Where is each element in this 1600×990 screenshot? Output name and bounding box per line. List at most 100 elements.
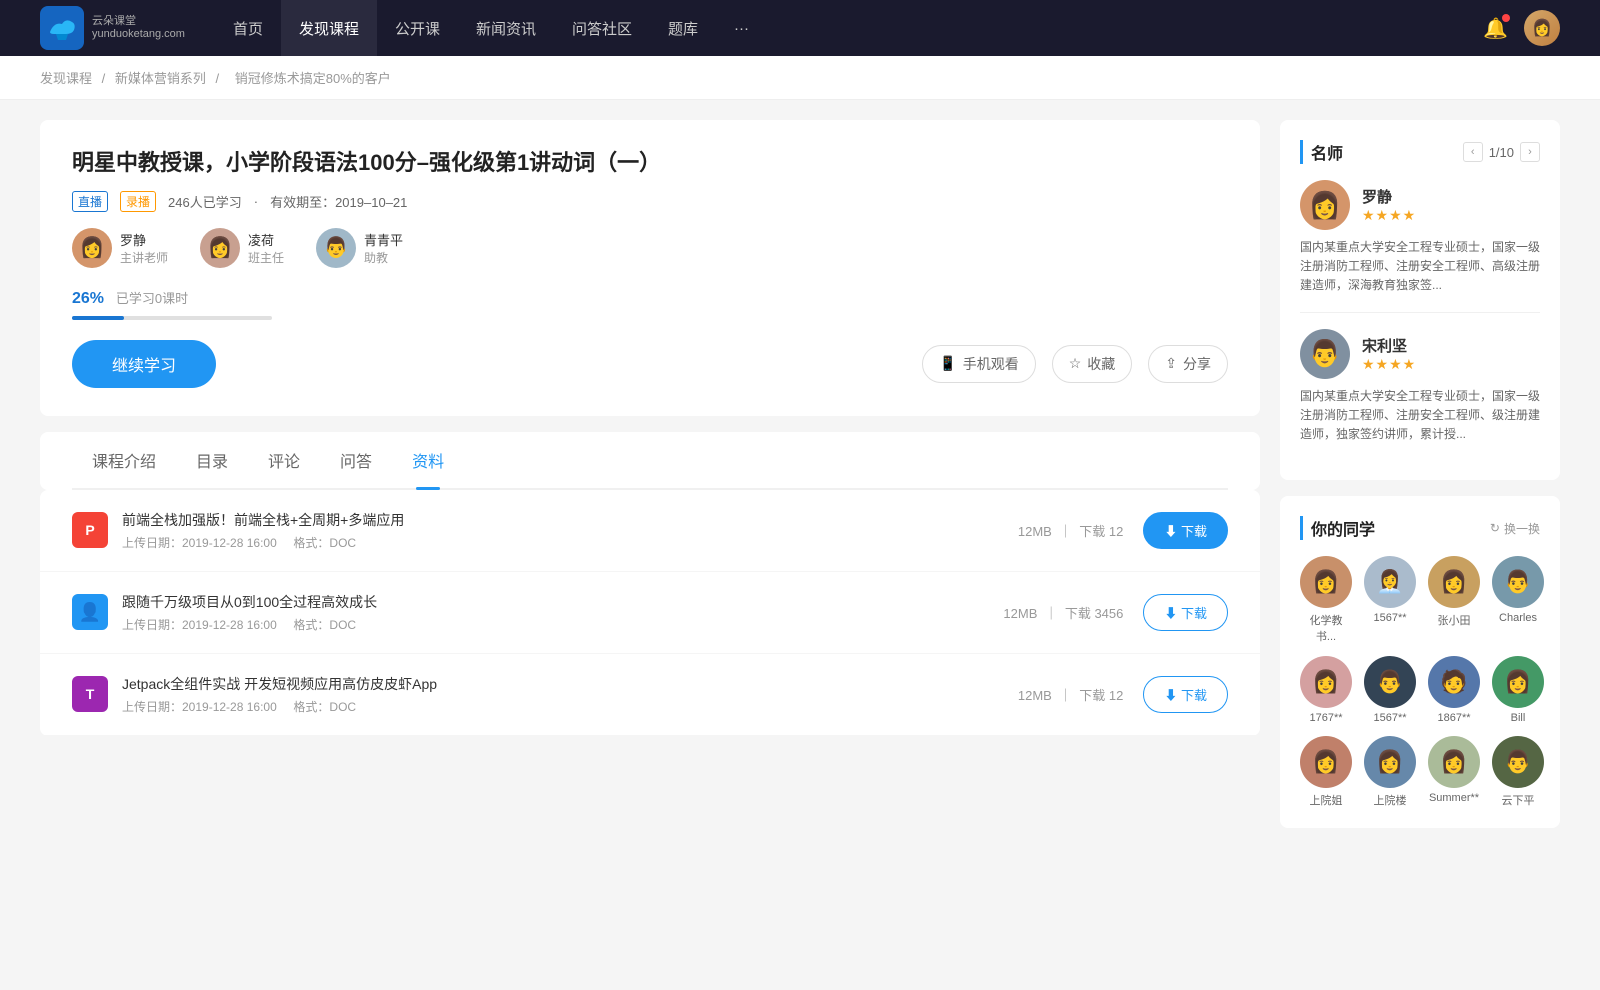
bell-icon[interactable]: 🔔 (1483, 16, 1508, 41)
download-button-2[interactable]: ⬇ 下载 (1143, 594, 1228, 631)
teacher-3-info: 青青平 助教 (364, 230, 403, 266)
progress-bar-fill (72, 316, 124, 320)
tabs-row: 课程介绍 目录 评论 问答 资料 (72, 432, 1228, 490)
breadcrumb-discover[interactable]: 发现课程 (40, 71, 92, 86)
classmate-1[interactable]: 👩 化学教书... (1300, 556, 1352, 644)
progress-percent: 26% (72, 290, 104, 307)
file-date-2: 上传日期：2019-12-28 16:00 (122, 618, 277, 632)
teacher-2: 👩 凌荷 班主任 (200, 228, 284, 268)
sidebar-teacher-1-desc: 国内某重点大学安全工程专业硕士，国家一级注册消防工程师、注册安全工程师、高级注册… (1300, 238, 1540, 296)
nav-right: 🔔 👩 (1483, 10, 1560, 46)
nav-questions[interactable]: 题库 (650, 0, 716, 56)
user-avatar[interactable]: 👩 (1524, 10, 1560, 46)
classmate-11-name: Summer** (1429, 792, 1479, 804)
teacher-1-avatar: 👩 (72, 228, 112, 268)
teachers-pagination: ‹ 1/10 › (1463, 142, 1540, 162)
classmate-2[interactable]: 👩‍💼 1567** (1364, 556, 1416, 644)
classmate-3-avatar: 👩 (1428, 556, 1480, 608)
teacher-page: 1/10 (1489, 145, 1514, 160)
file-info-1: 前端全栈加强版！前端全栈+全周期+多端应用 上传日期：2019-12-28 16… (122, 510, 1018, 551)
continue-study-button[interactable]: 继续学习 (72, 340, 216, 388)
teacher-2-info: 凌荷 班主任 (248, 230, 284, 266)
classmate-12-avatar: 👨 (1492, 736, 1544, 788)
file-meta-2: 上传日期：2019-12-28 16:00 格式：DOC (122, 616, 1003, 633)
classmate-11[interactable]: 👩 Summer** (1428, 736, 1480, 808)
avatar-img: 👩 (1524, 10, 1560, 46)
classmate-12-name: 云下平 (1502, 792, 1535, 808)
classmates-card: 你的同学 ↻ 换一换 👩 化学教书... 👩‍💼 1567* (1280, 496, 1560, 828)
file-format-2: 格式：DOC (293, 618, 356, 632)
classmate-10[interactable]: 👩 上院楼 (1364, 736, 1416, 808)
classmate-4-name: Charles (1499, 612, 1537, 624)
classmate-2-name: 1567** (1373, 612, 1406, 624)
breadcrumb-current: 销冠修炼术搞定80%的客户 (235, 71, 391, 86)
file-icon-3: T (72, 676, 108, 712)
notification-dot (1502, 14, 1510, 22)
nav-news[interactable]: 新闻资讯 (458, 0, 554, 56)
teacher-3-avatar: 👨 (316, 228, 356, 268)
file-item-2: 👤 跟随千万级项目从0到100全过程高效成长 上传日期：2019-12-28 1… (40, 572, 1260, 654)
classmates-title: 你的同学 (1300, 516, 1375, 540)
sidebar-teacher-1: 👩 罗静 ★★★★ 国内某重点大学安全工程专业硕士，国家一级注册消防工程师、注册… (1300, 180, 1540, 313)
download-button-1[interactable]: ⬇ 下载 (1143, 512, 1228, 549)
refresh-icon: ↻ (1490, 521, 1500, 535)
nav-home[interactable]: 首页 (215, 0, 281, 56)
tabs-card: 课程介绍 目录 评论 问答 资料 (40, 432, 1260, 490)
classmate-3[interactable]: 👩 张小田 (1428, 556, 1480, 644)
mobile-watch-button[interactable]: 📱 手机观看 (922, 345, 1035, 383)
classmate-9[interactable]: 👩 上院姐 (1300, 736, 1352, 808)
teachers-sidebar-title: 名师 (1300, 140, 1343, 164)
tab-intro[interactable]: 课程介绍 (72, 432, 176, 488)
nav-discover[interactable]: 发现课程 (281, 0, 377, 56)
file-meta-3: 上传日期：2019-12-28 16:00 格式：DOC (122, 698, 1018, 715)
tab-comments[interactable]: 评论 (248, 432, 320, 488)
classmate-8[interactable]: 👩 Bill (1492, 656, 1544, 724)
collect-button[interactable]: ☆ 收藏 (1052, 345, 1133, 383)
file-name-2: 跟随千万级项目从0到100全过程高效成长 (122, 592, 1003, 612)
classmate-4[interactable]: 👨 Charles (1492, 556, 1544, 644)
classmate-7[interactable]: 🧑 1867** (1428, 656, 1480, 724)
classmates-title-row: 你的同学 ↻ 换一换 (1300, 516, 1540, 540)
breadcrumb-series[interactable]: 新媒体营销系列 (115, 71, 206, 86)
sidebar-teacher-2-info: 宋利坚 ★★★★ (1362, 335, 1416, 373)
file-meta-1: 上传日期：2019-12-28 16:00 格式：DOC (122, 534, 1018, 551)
classmate-8-name: Bill (1511, 712, 1526, 724)
download-button-3[interactable]: ⬇ 下载 (1143, 676, 1228, 713)
classmate-11-avatar: 👩 (1428, 736, 1480, 788)
prev-teacher-button[interactable]: ‹ (1463, 142, 1483, 162)
next-teacher-button[interactable]: › (1520, 142, 1540, 162)
logo-text: 云朵课堂 yunduoketang.com (92, 15, 185, 41)
tab-catalog[interactable]: 目录 (176, 432, 248, 488)
tab-qa[interactable]: 问答 (320, 432, 392, 488)
nav-qa[interactable]: 问答社区 (554, 0, 650, 56)
file-icon-2: 👤 (72, 594, 108, 630)
teacher-1: 👩 罗静 主讲老师 (72, 228, 168, 268)
tab-materials[interactable]: 资料 (392, 432, 464, 488)
classmate-5[interactable]: 👩 1767** (1300, 656, 1352, 724)
sidebar-teacher-2-header: 👨 宋利坚 ★★★★ (1300, 329, 1540, 379)
classmate-2-avatar: 👩‍💼 (1364, 556, 1416, 608)
classmate-12[interactable]: 👨 云下平 (1492, 736, 1544, 808)
course-meta: 直播 录播 246人已学习 · 有效期至：2019–10–21 (72, 191, 1228, 212)
sidebar-teacher-1-info: 罗静 ★★★★ (1362, 186, 1416, 224)
logo[interactable]: 云朵课堂 yunduoketang.com (40, 6, 185, 50)
progress-label: 已学习0课时 (116, 291, 188, 306)
teacher-2-role: 班主任 (248, 249, 284, 266)
classmate-10-name: 上院楼 (1374, 792, 1407, 808)
refresh-classmates-button[interactable]: ↻ 换一换 (1490, 520, 1540, 537)
file-stats-2: 12MB ｜ 下载 3456 (1003, 603, 1123, 622)
file-format-1: 格式：DOC (293, 536, 356, 550)
share-button[interactable]: ⇪ 分享 (1148, 345, 1228, 383)
file-info-2: 跟随千万级项目从0到100全过程高效成长 上传日期：2019-12-28 16:… (122, 592, 1003, 633)
classmate-5-name: 1767** (1309, 712, 1342, 724)
file-size-1: 12MB (1018, 524, 1052, 539)
sidebar-area: 名师 ‹ 1/10 › 👩 罗静 ★★★★ 国内某重点大学安 (1280, 120, 1560, 844)
nav-opencourse[interactable]: 公开课 (377, 0, 458, 56)
teacher-2-avatar: 👩 (200, 228, 240, 268)
nav-more[interactable]: ··· (716, 0, 767, 56)
sidebar-teacher-2: 👨 宋利坚 ★★★★ 国内某重点大学安全工程专业硕士，国家一级注册消防工程师、注… (1300, 329, 1540, 461)
breadcrumb-sep2: / (216, 71, 223, 86)
classmate-6[interactable]: 👨 1567** (1364, 656, 1416, 724)
classmate-3-name: 张小田 (1438, 612, 1471, 628)
mobile-icon: 📱 (939, 355, 956, 372)
